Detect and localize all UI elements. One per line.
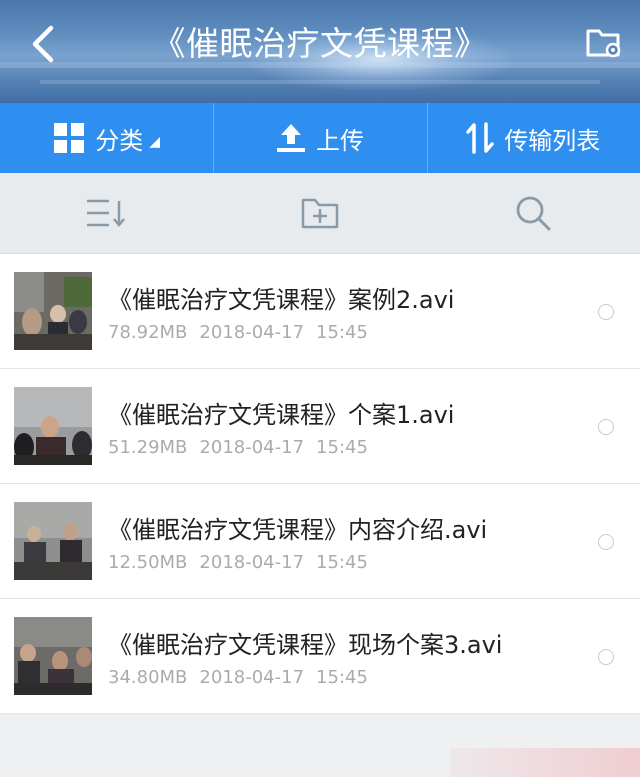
file-name: 《催眠治疗文凭课程》个案1.avi xyxy=(108,401,455,429)
file-date: 2018-04-17 xyxy=(199,437,305,458)
search-icon xyxy=(516,196,551,231)
select-radio[interactable] xyxy=(598,534,614,550)
file-list: 《催眠治疗文凭课程》案例2.avi 78.92MB 2018-04-17 15:45… xyxy=(0,254,640,714)
list-item[interactable]: 《催眠治疗文凭课程》案例2.avi 78.92MB 2018-04-17 15:45 xyxy=(0,254,640,369)
select-radio[interactable] xyxy=(598,304,614,320)
file-meta: 51.29MB 2018-04-17 15:45 xyxy=(108,437,380,458)
file-time: 15:45 xyxy=(316,322,368,343)
select-radio[interactable] xyxy=(598,649,614,665)
file-size: 51.29MB xyxy=(108,437,188,458)
action-toolbar: 分类 ◢ 上传 传输列表 xyxy=(0,103,640,173)
list-item[interactable]: 《催眠治疗文凭课程》内容介绍.avi 12.50MB 2018-04-17 15:4… xyxy=(0,484,640,599)
grid-icon xyxy=(53,122,85,154)
file-size: 12.50MB xyxy=(108,552,188,573)
list-item[interactable]: 《催眠治疗文凭课程》个案1.avi 51.29MB 2018-04-17 15:45 xyxy=(0,369,640,484)
file-size: 78.92MB xyxy=(108,322,188,343)
transfer-list-button[interactable]: 传输列表 xyxy=(426,103,640,173)
category-label: 分类 xyxy=(95,126,144,155)
header-bar: 《催眠治疗文凭课程》 xyxy=(0,0,640,103)
sort-icon xyxy=(86,199,125,227)
caret-icon: ◢ xyxy=(149,134,161,150)
sort-button[interactable] xyxy=(0,173,213,253)
new-folder-button[interactable] xyxy=(213,173,426,253)
folder-settings-button[interactable] xyxy=(584,22,624,62)
file-name: 《催眠治疗文凭课程》内容介绍.avi xyxy=(108,516,488,544)
upload-button[interactable]: 上传 xyxy=(213,103,426,173)
select-radio[interactable] xyxy=(598,419,614,435)
file-name: 《催眠治疗文凭课程》案例2.avi xyxy=(108,286,455,314)
chevron-left-icon xyxy=(32,25,54,63)
file-date: 2018-04-17 xyxy=(199,667,305,688)
new-folder-icon xyxy=(301,198,339,229)
page-title: 《催眠治疗文凭课程》 xyxy=(152,24,488,63)
file-time: 15:45 xyxy=(316,552,368,573)
transfer-arrows-icon xyxy=(466,122,495,154)
file-meta: 12.50MB 2018-04-17 15:45 xyxy=(108,552,380,573)
transfer-list-label: 传输列表 xyxy=(504,126,601,155)
video-thumbnail xyxy=(14,272,92,350)
file-name: 《催眠治疗文凭课程》现场个案3.avi xyxy=(108,631,503,659)
video-thumbnail xyxy=(14,617,92,695)
category-button[interactable]: 分类 ◢ xyxy=(0,103,213,173)
search-button[interactable] xyxy=(427,173,640,253)
list-item[interactable]: 《催眠治疗文凭课程》现场个案3.avi 34.80MB 2018-04-17 15:… xyxy=(0,599,640,714)
video-thumbnail xyxy=(14,502,92,580)
folder-settings-icon xyxy=(586,29,621,58)
file-date: 2018-04-17 xyxy=(199,552,305,573)
header-background-wave xyxy=(40,80,600,84)
file-meta: 34.80MB 2018-04-17 15:45 xyxy=(108,667,380,688)
decorative-overlay xyxy=(450,748,640,777)
file-size: 34.80MB xyxy=(108,667,188,688)
secondary-toolbar xyxy=(0,173,640,254)
upload-label: 上传 xyxy=(315,126,364,155)
file-date: 2018-04-17 xyxy=(199,322,305,343)
file-time: 15:45 xyxy=(316,437,368,458)
file-time: 15:45 xyxy=(316,667,368,688)
back-button[interactable] xyxy=(22,22,62,66)
upload-icon xyxy=(276,122,306,154)
video-thumbnail xyxy=(14,387,92,465)
file-meta: 78.92MB 2018-04-17 15:45 xyxy=(108,322,380,343)
